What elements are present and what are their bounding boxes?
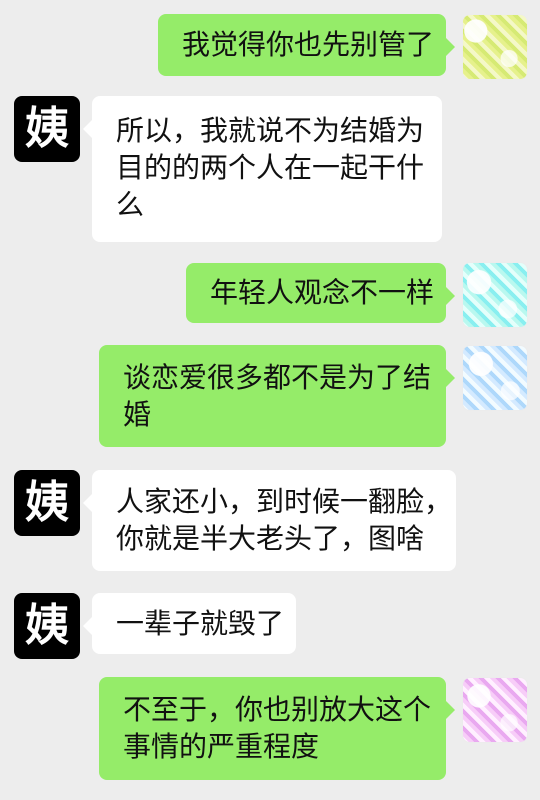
message-line: 不至于，你也别放大这个 <box>123 693 432 726</box>
message-line: 年轻人观念不一样 <box>210 276 435 309</box>
message-line: 你就是半大老头了，图啥 <box>116 522 425 555</box>
chat-window: 我觉得你也先别管了 姨 所以，我就说不为结婚为 目的的两个人在一起干什 么 年轻… <box>0 0 540 800</box>
message-line: 谈恋爱很多都不是为了结 <box>123 361 432 394</box>
message-line: 一辈子就毁了 <box>116 607 285 640</box>
message-line: 事情的严重程度 <box>123 730 320 763</box>
contact-avatar[interactable]: 姨 <box>14 96 80 162</box>
message-line: 我觉得你也先别管了 <box>182 28 435 61</box>
message-bubble-outgoing[interactable]: 年轻人观念不一样 <box>186 263 455 323</box>
message-line: 婚 <box>123 398 152 431</box>
message-line: 么 <box>116 188 145 221</box>
message-bubble-outgoing[interactable]: 我觉得你也先别管了 <box>158 14 455 76</box>
message-bubble-outgoing[interactable]: 谈恋爱很多都不是为了结 婚 <box>99 345 455 447</box>
message-line: 人家还小，到时候一翻脸， <box>116 485 453 518</box>
user-avatar[interactable] <box>462 677 528 743</box>
user-avatar[interactable] <box>462 14 528 80</box>
contact-avatar[interactable]: 姨 <box>14 470 80 536</box>
message-line: 目的的两个人在一起干什 <box>116 151 425 184</box>
message-bubble-incoming[interactable]: 所以，我就说不为结婚为 目的的两个人在一起干什 么 <box>83 96 442 242</box>
message-bubble-incoming[interactable]: 人家还小，到时候一翻脸， 你就是半大老头了，图啥 <box>83 470 456 571</box>
contact-avatar[interactable]: 姨 <box>14 593 80 659</box>
user-avatar[interactable] <box>462 262 528 328</box>
message-bubble-incoming[interactable]: 一辈子就毁了 <box>83 593 296 654</box>
message-line: 所以，我就说不为结婚为 <box>116 114 425 147</box>
message-bubble-outgoing[interactable]: 不至于，你也别放大这个 事情的严重程度 <box>99 677 455 780</box>
user-avatar[interactable] <box>462 345 528 411</box>
